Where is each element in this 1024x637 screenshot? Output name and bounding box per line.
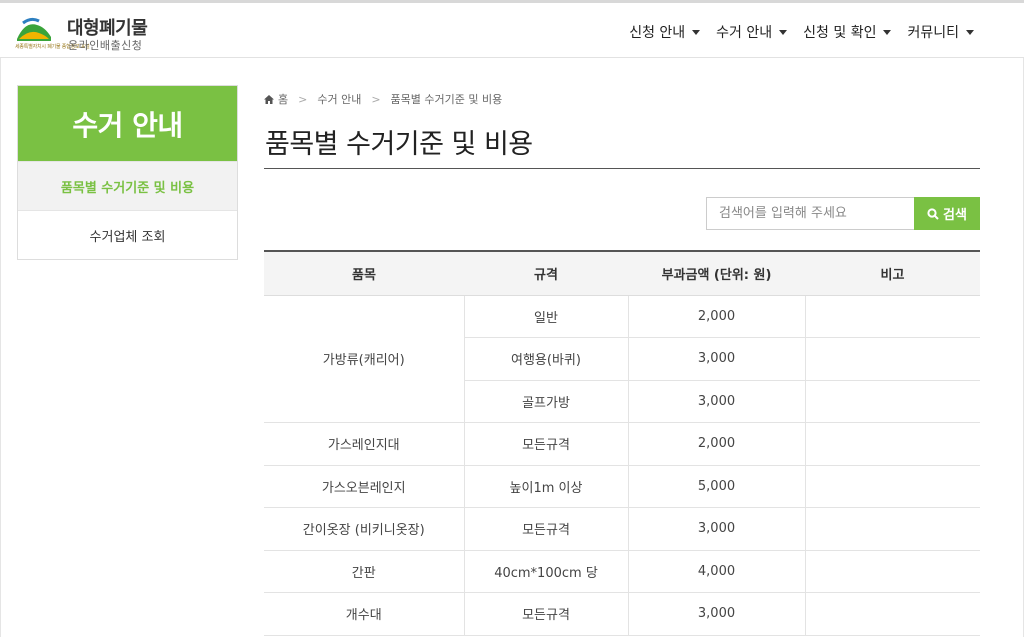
nav-item-label: 신청 및 확인 — [803, 25, 877, 41]
table-row: 가방류(캐리어) 일반 2,000 — [264, 295, 980, 423]
note-cell — [805, 507, 980, 551]
fee-cell: 4,000 — [628, 550, 806, 593]
sidebar-title: 수거 안내 — [18, 86, 237, 161]
table-row: 간판 40cm*100cm 당 4,000 — [264, 550, 980, 593]
spec-cell: 모든규격 — [464, 422, 629, 466]
note-cell — [805, 550, 980, 593]
fee-cell: 3,000 — [628, 337, 806, 381]
home-icon — [264, 94, 274, 104]
item-cell: 가방류(캐리어) — [264, 295, 465, 423]
table-row: 개수대 모든규격 3,000 — [264, 592, 980, 636]
title-divider — [264, 168, 980, 169]
breadcrumb-separator-icon: > — [298, 92, 308, 106]
search-input[interactable] — [706, 197, 914, 230]
table-row: 간이옷장 (비키니옷장) 모든규격 3,000 — [264, 507, 980, 551]
note-cell — [805, 465, 980, 508]
spec-cell: 여행용(바퀴) — [464, 337, 629, 381]
column-header-fee: 부과금액 (단위: 원) — [628, 250, 805, 296]
fee-cell: 5,000 — [628, 465, 806, 508]
column-header-note: 비고 — [805, 250, 980, 296]
nav-item-label: 신청 안내 — [629, 25, 686, 41]
main-nav: 신청 안내 수거 안내 신청 및 확인 커뮤니티 — [629, 22, 974, 42]
note-cell — [805, 380, 980, 423]
column-header-spec: 규격 — [464, 250, 628, 296]
note-cell — [805, 592, 980, 636]
table-header-row: 품목 규격 부과금액 (단위: 원) 비고 — [264, 250, 980, 296]
nav-item-apply-check[interactable]: 신청 및 확인 — [803, 22, 892, 42]
spec-cell: 모든규격 — [464, 592, 629, 636]
breadcrumb-separator-icon: > — [371, 92, 381, 106]
fee-cell: 3,000 — [628, 507, 806, 551]
site-logo[interactable]: 세종특별자치시 폐기물 종합정보 포털 대형폐기물 온라인배출신청 — [15, 15, 160, 55]
nav-item-collection-guide[interactable]: 수거 안내 — [716, 22, 788, 42]
nav-item-label: 커뮤니티 — [907, 25, 959, 41]
search-bar: 검색 — [706, 197, 980, 230]
breadcrumb-level2[interactable]: 품목별 수거기준 및 비용 — [391, 91, 503, 107]
note-cell — [805, 337, 980, 381]
fee-cell: 2,000 — [628, 422, 806, 466]
spec-cell: 높이1m 이상 — [464, 465, 629, 508]
caret-down-icon — [883, 29, 892, 35]
nav-item-community[interactable]: 커뮤니티 — [907, 22, 974, 42]
fee-table: 품목 규격 부과금액 (단위: 원) 비고 가방류(캐리어) 일반 2,000 … — [264, 250, 980, 636]
table-row: 가스레인지대 모든규격 2,000 — [264, 422, 980, 466]
item-cell: 개수대 — [264, 592, 465, 636]
search-button-label: 검색 — [943, 208, 967, 223]
table-row: 가스오븐레인지 높이1m 이상 5,000 — [264, 465, 980, 508]
search-icon — [927, 207, 939, 220]
caret-down-icon — [779, 29, 788, 35]
page-title: 품목별 수거기준 및 비용 — [265, 129, 533, 160]
sidebar-item-companies[interactable]: 수거업체 조회 — [18, 210, 237, 259]
top-header: 세종특별자치시 폐기물 종합정보 포털 대형폐기물 온라인배출신청 신청 안내 … — [0, 0, 1024, 58]
fee-cell: 3,000 — [628, 380, 806, 423]
sidebar: 수거 안내 품목별 수거기준 및 비용 수거업체 조회 — [17, 85, 238, 260]
search-button[interactable]: 검색 — [914, 197, 980, 230]
breadcrumb-level1[interactable]: 수거 안내 — [317, 91, 361, 107]
logo-subtitle: 온라인배출신청 — [68, 39, 143, 52]
breadcrumb: 홈 > 수거 안내 > 품목별 수거기준 및 비용 — [264, 91, 502, 107]
item-cell: 간판 — [264, 550, 465, 593]
caret-down-icon — [966, 29, 974, 35]
item-cell: 가스레인지대 — [264, 422, 465, 466]
sidebar-item-fees[interactable]: 품목별 수거기준 및 비용 — [18, 161, 237, 210]
spec-cell: 골프가방 — [464, 380, 629, 423]
fee-cell: 3,000 — [628, 592, 806, 636]
item-cell: 간이옷장 (비키니옷장) — [264, 507, 465, 551]
caret-down-icon — [692, 29, 701, 35]
note-cell — [805, 422, 980, 466]
page-body: 수거 안내 품목별 수거기준 및 비용 수거업체 조회 홈 > 수거 안내 > … — [0, 58, 1024, 637]
breadcrumb-home[interactable]: 홈 — [278, 91, 288, 107]
column-header-item: 품목 — [264, 250, 464, 296]
fee-cell: 2,000 — [628, 295, 806, 338]
spec-cell: 모든규격 — [464, 507, 629, 551]
note-cell — [805, 295, 980, 338]
nav-item-apply-guide[interactable]: 신청 안내 — [629, 22, 701, 42]
item-cell: 가스오븐레인지 — [264, 465, 465, 508]
spec-cell: 일반 — [464, 295, 629, 338]
nav-item-label: 수거 안내 — [716, 25, 773, 41]
spec-cell: 40cm*100cm 당 — [464, 550, 629, 593]
